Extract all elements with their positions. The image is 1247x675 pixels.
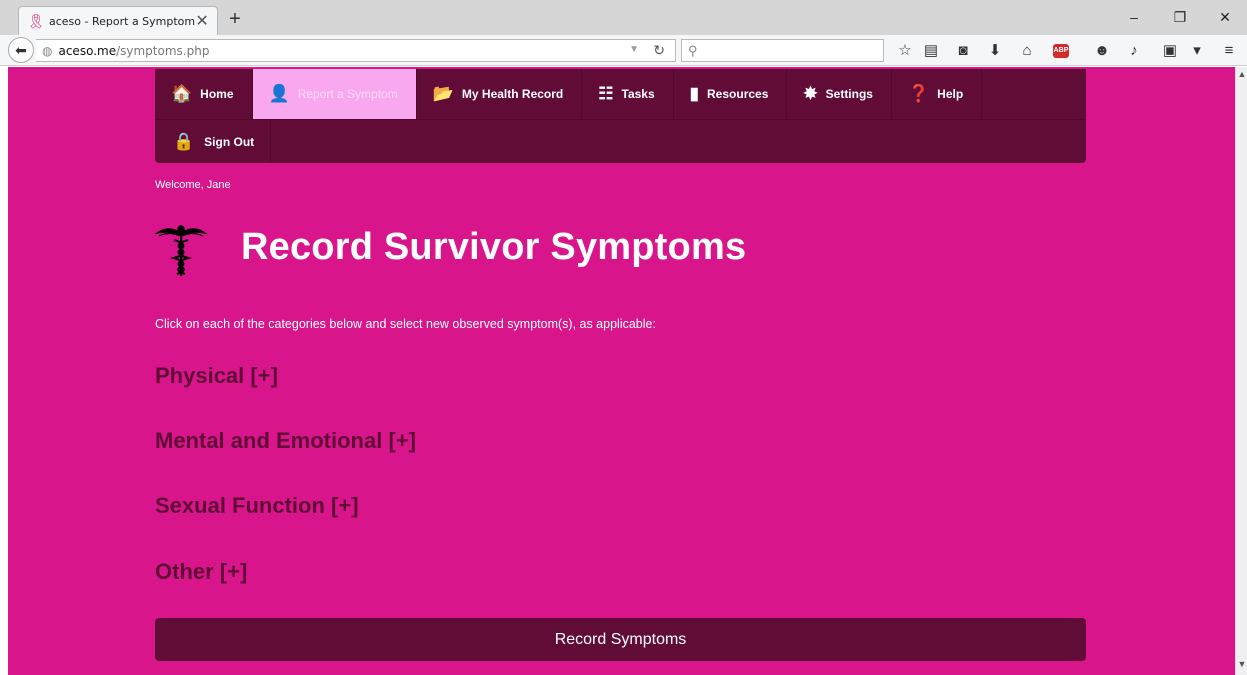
tab-title: aceso - Report a Symptom [49, 14, 196, 28]
minimize-button[interactable]: – [1112, 6, 1156, 28]
extension-icon[interactable]: ♪ [1124, 41, 1144, 61]
page-viewport: 🏠 Home 👤 Report a Symptom 📂 My Health Record ☷… [0, 67, 1247, 675]
bookmark-star-icon[interactable]: ☆ [895, 41, 915, 61]
nav-row-secondary: 🔒 Sign Out [155, 119, 1086, 163]
close-window-button[interactable]: ✕ [1203, 6, 1247, 28]
nav-item-help[interactable]: ❓ Help [892, 69, 983, 119]
left-gutter [0, 67, 8, 675]
browser-tab[interactable]: 🎗 aceso - Report a Symptom ✕ [18, 6, 218, 35]
record-symptoms-button[interactable]: Record Symptoms [155, 618, 1086, 661]
back-arrow-icon[interactable]: ⬅ [8, 37, 34, 63]
nav-item-label: Resources [707, 87, 769, 101]
url-host: aceso.me [58, 43, 117, 58]
nav-item-report-a-symptom[interactable]: 👤 Report a Symptom [252, 69, 417, 119]
caduceus-icon [154, 225, 208, 276]
ribbon-icon: 🎗 [27, 13, 45, 29]
nav-item-my-health-record[interactable]: 📂 My Health Record [417, 69, 583, 119]
close-tab-icon[interactable]: ✕ [195, 11, 209, 31]
main-navigation: 🏠 Home 👤 Report a Symptom 📂 My Health Record ☷… [155, 69, 1086, 163]
reload-icon[interactable]: ↻ [653, 42, 665, 59]
nav-item-label: My Health Record [461, 87, 564, 101]
nav-item-resources[interactable]: ▮ Resources [674, 69, 788, 119]
pocket-icon[interactable]: ◙ [953, 41, 973, 61]
search-icon: ⚲ [688, 43, 698, 58]
nav-row-primary: 🏠 Home 👤 Report a Symptom 📂 My Health Record ☷… [155, 69, 983, 119]
chat-icon[interactable]: ☻ [1092, 41, 1112, 61]
adblock-icon[interactable]: ABP [1053, 44, 1069, 58]
nav-item-tasks[interactable]: ☷ Tasks [582, 69, 674, 119]
vertical-scrollbar[interactable]: ▲ ▼ [1235, 67, 1247, 675]
nav-item-label: Sign Out [204, 134, 255, 149]
globe-icon: ◍ [42, 43, 53, 58]
scroll-down-icon[interactable]: ▼ [1237, 659, 1247, 669]
browser-toolbar: ⬅ ◍ aceso.me/symptoms.php ▼ ↻ ⚲ ☆ ▤ ◙ ⬇ … [0, 35, 1247, 66]
scroll-up-icon[interactable]: ▲ [1237, 69, 1247, 79]
home-browser-icon[interactable]: ⌂ [1017, 41, 1037, 61]
restore-button[interactable]: ❐ [1158, 6, 1202, 28]
nav-item-label: Settings [825, 87, 873, 101]
help-icon: ❓ [907, 84, 930, 103]
menu-icon[interactable]: ≡ [1219, 41, 1239, 61]
book-icon: ▮ [689, 84, 700, 103]
url-path: /symptoms.php [116, 43, 210, 58]
home-icon: 🏠 [171, 84, 193, 103]
nav-item-label: Tasks [621, 87, 655, 101]
nav-item-home[interactable]: 🏠 Home [155, 69, 253, 119]
category-physical[interactable]: Physical [+] [155, 363, 278, 389]
lock-icon: 🔒 [173, 131, 195, 151]
new-tab-button[interactable]: + [224, 9, 246, 31]
list-icon: ☷ [598, 84, 614, 103]
browser-tab-bar: 🎗 aceso - Report a Symptom ✕ + – ❐ ✕ [0, 0, 1247, 35]
screenshot-dropdown-icon[interactable]: ▾ [1187, 41, 1207, 61]
screenshot-icon[interactable]: ▣ [1160, 41, 1180, 61]
search-input[interactable]: ⚲ [681, 39, 884, 62]
reading-list-icon[interactable]: ▤ [921, 41, 941, 61]
url-bar[interactable]: ◍ aceso.me/symptoms.php ▼ ↻ [36, 39, 676, 62]
nav-item-label: Report a Symptom [297, 87, 398, 101]
page-title: Record Survivor Symptoms [241, 226, 747, 268]
download-icon[interactable]: ⬇ [985, 41, 1005, 61]
nav-item-settings[interactable]: ✸ Settings [787, 69, 892, 119]
nav-item-label: Help [937, 87, 964, 101]
instructions-text: Click on each of the categories below an… [155, 317, 656, 331]
user-icon: 👤 [268, 84, 290, 103]
nav-item-label: Home [200, 87, 234, 101]
category-sexual-function[interactable]: Sexual Function [+] [155, 493, 359, 519]
category-mental-emotional[interactable]: Mental and Emotional [+] [155, 428, 416, 454]
category-other[interactable]: Other [+] [155, 559, 247, 585]
welcome-message: Welcome, Jane [155, 179, 231, 191]
gear-icon: ✸ [803, 84, 818, 103]
url-dropdown-icon[interactable]: ▼ [629, 44, 639, 55]
folder-icon: 📂 [432, 84, 454, 103]
nav-item-sign-out[interactable]: 🔒 Sign Out [155, 120, 272, 163]
